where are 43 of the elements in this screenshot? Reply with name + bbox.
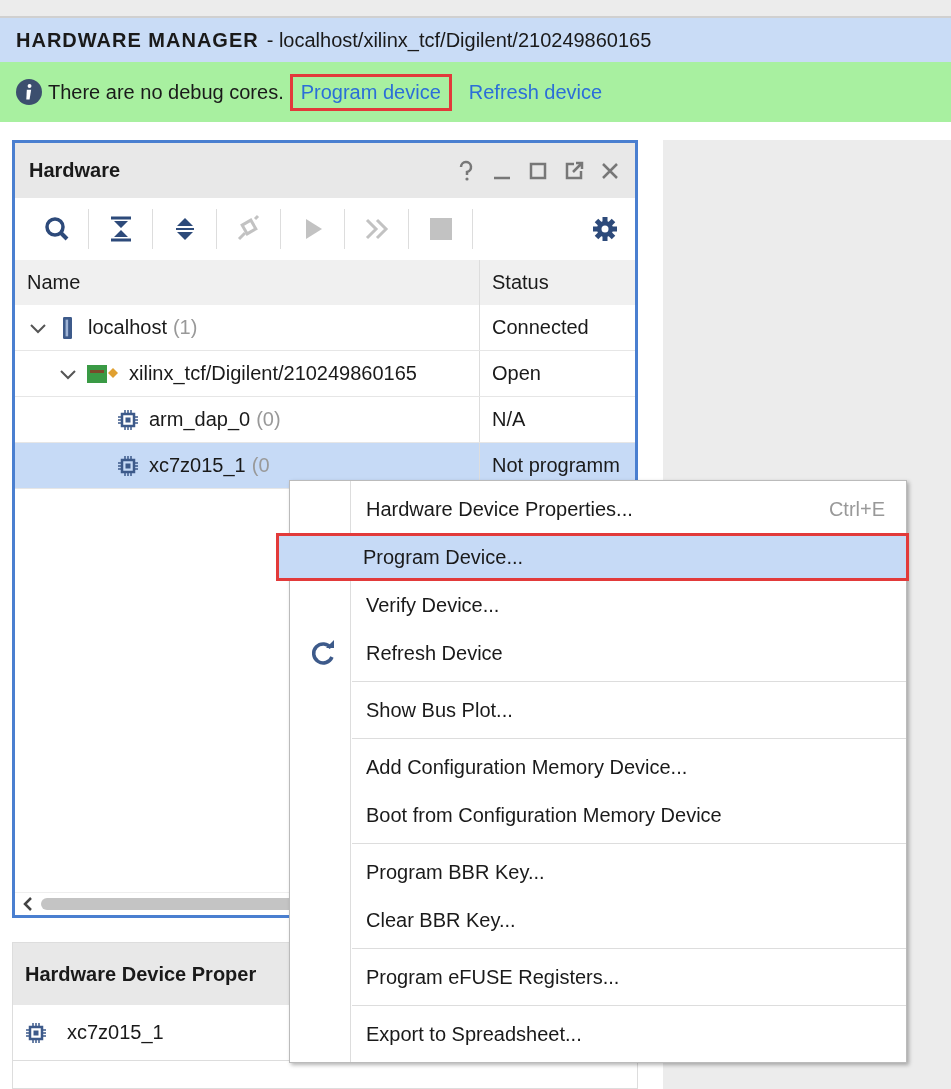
float-icon[interactable] bbox=[563, 159, 585, 182]
menu-item[interactable]: Verify Device... bbox=[290, 581, 906, 629]
node-count: (0) bbox=[256, 408, 281, 431]
menu-item[interactable]: Add Configuration Memory Device... bbox=[290, 743, 906, 791]
node-status: Connected bbox=[491, 315, 590, 340]
node-name: arm_dap_0 bbox=[149, 408, 251, 431]
menu-item[interactable]: Program BBR Key... bbox=[290, 848, 906, 896]
chip-icon bbox=[117, 454, 139, 477]
menu-item[interactable]: Show Bus Plot... bbox=[290, 686, 906, 734]
menu-item[interactable]: Program Device... bbox=[276, 533, 909, 581]
tree-row[interactable]: xilinx_tcf/Digilent/210249860165 Open bbox=[15, 351, 635, 397]
tree-row[interactable]: xc7z015_1 (0 Not programm bbox=[15, 443, 635, 489]
node-status: N/A bbox=[491, 407, 527, 432]
chip-icon bbox=[117, 408, 139, 431]
settings-icon[interactable] bbox=[590, 214, 620, 244]
device-name: xc7z015_1 bbox=[67, 1021, 164, 1044]
scroll-left-icon[interactable] bbox=[21, 896, 35, 912]
refresh-icon bbox=[309, 639, 337, 667]
chip-icon bbox=[25, 1021, 47, 1044]
node-status: Not programm bbox=[491, 453, 621, 478]
menu-item[interactable]: Refresh Device bbox=[290, 629, 906, 677]
menu-item[interactable]: Export to Spreadsheet... bbox=[290, 1010, 906, 1058]
menu-item[interactable]: Boot from Configuration Memory Device bbox=[290, 791, 906, 839]
node-name: xilinx_tcf/Digilent/210249860165 bbox=[129, 362, 417, 385]
panel-title: Hardware bbox=[29, 159, 121, 182]
status-message: There are no debug cores. bbox=[48, 80, 284, 104]
page-title: HARDWARE MANAGER bbox=[16, 28, 259, 52]
node-name: xc7z015_1 bbox=[149, 454, 246, 477]
column-header: Status bbox=[491, 270, 550, 295]
server-icon bbox=[63, 316, 72, 339]
shortcut-label: Ctrl+E bbox=[828, 497, 886, 521]
node-count: (0 bbox=[251, 454, 270, 477]
link[interactable]: Refresh device bbox=[457, 73, 614, 111]
column-header: Name bbox=[15, 260, 480, 305]
node-count: (1) bbox=[172, 316, 198, 339]
link[interactable]: Program device bbox=[289, 73, 452, 111]
menu-item[interactable]: Clear BBR Key... bbox=[290, 896, 906, 944]
board-icon bbox=[87, 362, 119, 385]
node-name: localhost bbox=[88, 316, 167, 339]
tree-row[interactable]: localhost (1) Connected bbox=[15, 305, 635, 351]
device-path: - localhost/xilinx_tcf/Digilent/210249860165 bbox=[266, 28, 652, 52]
info-icon bbox=[16, 79, 42, 105]
node-status: Open bbox=[491, 361, 542, 386]
